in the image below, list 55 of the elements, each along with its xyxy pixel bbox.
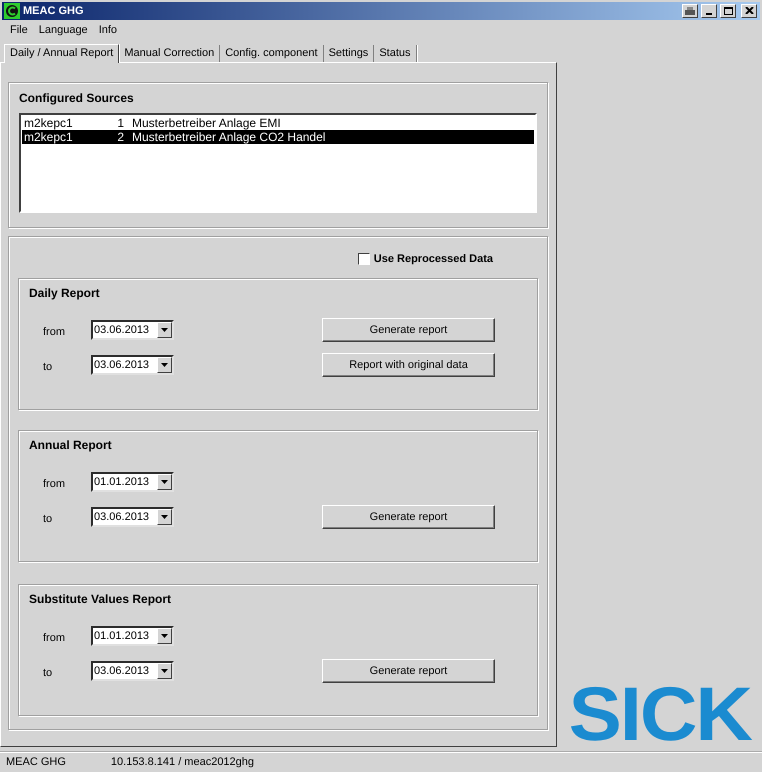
close-button[interactable]: [741, 4, 757, 18]
from-label: from: [43, 630, 66, 644]
report-button[interactable]: Report with original data: [322, 352, 495, 377]
tab[interactable]: Settings: [324, 44, 374, 62]
dropdown-button[interactable]: [157, 508, 172, 525]
date-field[interactable]: 01.01.2013: [91, 626, 174, 646]
date-field[interactable]: 01.01.2013: [91, 472, 174, 492]
to-label: to: [43, 666, 54, 679]
dropdown-button[interactable]: [157, 662, 172, 679]
caret-icon: [161, 634, 168, 638]
group-title: Configured Sources: [19, 90, 135, 105]
dropdown-button[interactable]: [157, 322, 172, 338]
caret-icon: [161, 480, 168, 484]
dropdown-button[interactable]: [157, 474, 172, 490]
date-field[interactable]: 03.06.2013: [91, 354, 174, 375]
reprocessed-checkbox[interactable]: Use Reprocessed Data: [358, 252, 493, 266]
print-button[interactable]: [682, 4, 698, 18]
maximize-icon: [724, 6, 732, 15]
to-label: to: [43, 512, 54, 525]
printer-icon: [685, 6, 695, 15]
date-field[interactable]: 03.06.2013: [91, 660, 174, 681]
app-icon: [4, 2, 20, 19]
group-title: Substitute Values Report: [29, 592, 172, 606]
list-item[interactable]: m2kepc1 1 Musterbetreiber Anlage EMI: [22, 116, 534, 130]
group-title: Annual Report: [29, 438, 113, 452]
report-button[interactable]: Generate report: [322, 504, 495, 529]
caret-icon: [161, 362, 168, 367]
tab[interactable]: Config. component: [220, 44, 324, 62]
to-label: to: [43, 360, 54, 373]
caret-icon: [161, 328, 168, 332]
menu-item[interactable]: Language: [38, 24, 88, 38]
status-text: MEAC GHG: [6, 756, 66, 768]
report-button[interactable]: Generate report: [322, 318, 495, 342]
date-field[interactable]: 03.06.2013: [91, 320, 174, 340]
minimize-button[interactable]: [701, 4, 717, 18]
dropdown-button[interactable]: [157, 356, 172, 373]
date-field[interactable]: 03.06.2013: [91, 506, 174, 527]
from-label: from: [43, 476, 66, 490]
close-icon: [744, 7, 754, 14]
menu-item[interactable]: Info: [98, 24, 118, 38]
window-title: MEAC GHG: [23, 4, 84, 17]
list-item[interactable]: m2kepc1 2 Musterbetreiber Anlage CO2 Handel: [22, 130, 534, 144]
status-text: 10.153.8.141 / meac2012ghg: [110, 756, 254, 768]
caret-icon: [161, 668, 168, 673]
logo: SICK: [568, 684, 751, 745]
report-button[interactable]: Generate report: [322, 658, 495, 683]
minimize-icon: [706, 12, 712, 15]
dropdown-button[interactable]: [157, 628, 172, 644]
maximize-button[interactable]: [720, 4, 736, 18]
tab[interactable]: Status: [374, 44, 416, 62]
group-title: Daily Report: [29, 286, 101, 300]
menu-item[interactable]: File: [10, 24, 28, 38]
tab[interactable]: Daily / Annual Report: [4, 44, 120, 63]
from-label: from: [43, 324, 66, 338]
caret-icon: [161, 514, 168, 519]
